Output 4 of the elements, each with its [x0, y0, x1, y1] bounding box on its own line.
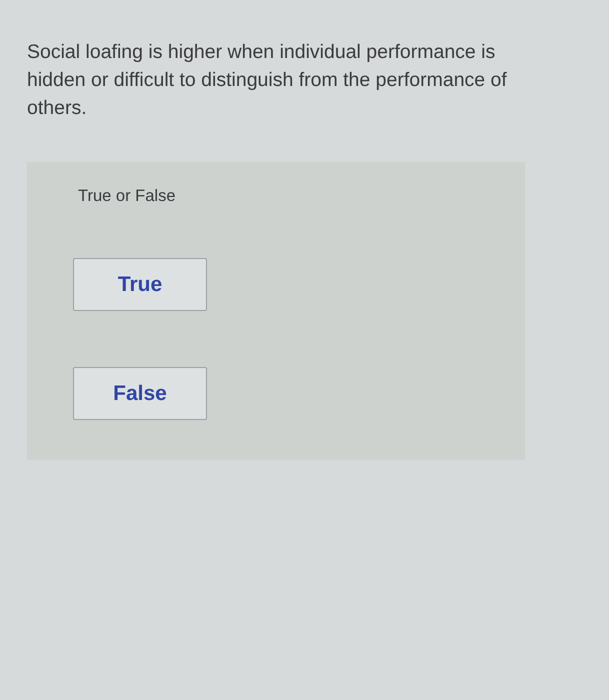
question-text: Social loafing is higher when individual performance is hidden or difficult to distinguish from the performance of others.	[27, 40, 508, 121]
answer-button[interactable]: False	[73, 367, 207, 420]
question-type-label: True or False	[78, 187, 176, 206]
answer-button[interactable]: True	[73, 258, 207, 311]
